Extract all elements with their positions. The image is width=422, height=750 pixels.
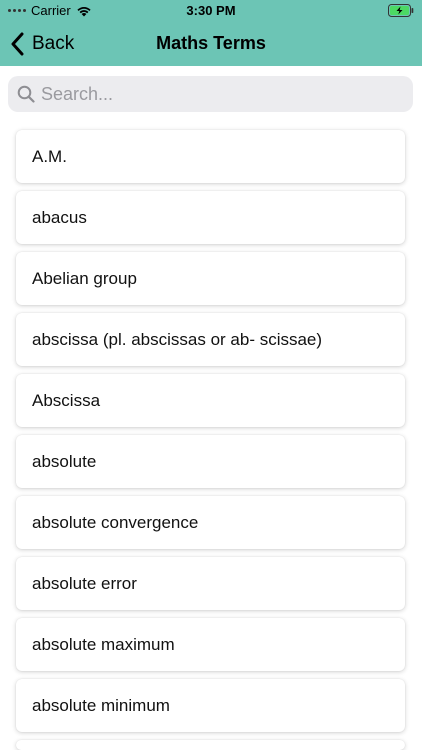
list-item[interactable]: absolute: [16, 435, 405, 488]
search-bar: [8, 76, 413, 112]
header: Carrier 3:30 PM Back Maths Terms: [0, 0, 422, 66]
list-item[interactable]: absolute maximum: [16, 618, 405, 671]
status-time: 3:30 PM: [186, 3, 236, 18]
list-item[interactable]: Abelian group: [16, 252, 405, 305]
list-item[interactable]: absolute error: [16, 557, 405, 610]
list-item[interactable]: absolute convergence: [16, 496, 405, 549]
list-item[interactable]: [16, 740, 405, 750]
list-item[interactable]: Abscissa: [16, 374, 405, 427]
search-icon: [17, 85, 35, 103]
list-item[interactable]: A.M.: [16, 130, 405, 183]
nav-bar: Back Maths Terms: [0, 22, 422, 66]
page-title: Maths Terms: [156, 33, 266, 53]
battery-charging-icon: [388, 4, 414, 17]
status-bar: Carrier 3:30 PM: [0, 0, 422, 22]
list-item[interactable]: abscissa (pl. abscissas or ab- scissae): [16, 313, 405, 366]
search-input[interactable]: [41, 77, 401, 111]
list-item[interactable]: abacus: [16, 191, 405, 244]
list-item[interactable]: absolute minimum: [16, 679, 405, 732]
